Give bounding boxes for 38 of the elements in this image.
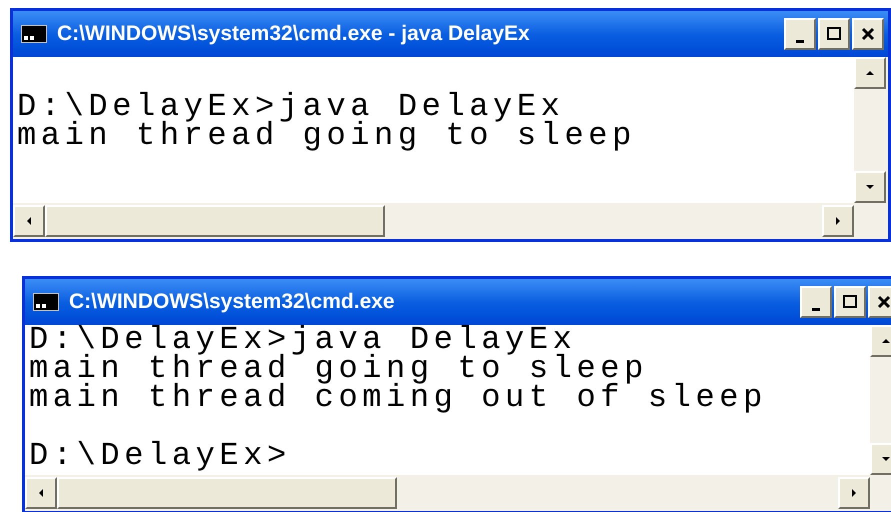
- scrollbar-thumb[interactable]: [57, 477, 397, 509]
- minimize-button[interactable]: [800, 286, 832, 318]
- horizontal-scrollbar[interactable]: [25, 475, 891, 511]
- close-icon: [860, 26, 876, 42]
- arrow-down-icon: [866, 185, 874, 189]
- console-line: D:\DelayEx>java DelayEx: [29, 325, 576, 354]
- console-line: main thread going to sleep: [29, 354, 648, 383]
- window-title: C:\WINDOWS\system32\cmd.exe - java DelayEx: [57, 21, 531, 48]
- console-line: main thread going to sleep: [17, 121, 636, 150]
- minimize-icon: [796, 40, 804, 43]
- arrow-right-icon: [836, 217, 840, 225]
- arrow-left-icon: [39, 489, 43, 497]
- arrow-up-icon: [866, 71, 874, 75]
- close-icon: [876, 294, 891, 310]
- console-icon: [33, 293, 59, 311]
- minimize-icon: [812, 308, 820, 311]
- console-icon: [21, 25, 47, 43]
- close-button[interactable]: [868, 286, 891, 318]
- arrow-right-icon: [852, 489, 856, 497]
- window-title: C:\WINDOWS\system32\cmd.exe: [69, 289, 396, 316]
- horizontal-scrollbar[interactable]: [13, 203, 888, 239]
- maximize-icon: [826, 26, 842, 42]
- scroll-left-button[interactable]: [25, 477, 57, 509]
- arrow-left-icon: [27, 217, 31, 225]
- arrow-up-icon: [882, 339, 890, 343]
- console-line: D:\DelayEx>java DelayEx: [17, 92, 564, 121]
- console-line: D:\DelayEx>: [29, 441, 291, 470]
- scrollbar-thumb[interactable]: [45, 205, 385, 237]
- maximize-button[interactable]: [834, 286, 866, 318]
- scroll-right-button[interactable]: [838, 477, 870, 509]
- console-line: main thread coming out of sleep: [29, 383, 767, 412]
- maximize-icon: [842, 294, 858, 310]
- minimize-button[interactable]: [784, 18, 816, 50]
- scroll-right-button[interactable]: [822, 205, 854, 237]
- maximize-button[interactable]: [818, 18, 850, 50]
- close-button[interactable]: [852, 18, 884, 50]
- arrow-down-icon: [882, 457, 890, 461]
- scroll-left-button[interactable]: [13, 205, 45, 237]
